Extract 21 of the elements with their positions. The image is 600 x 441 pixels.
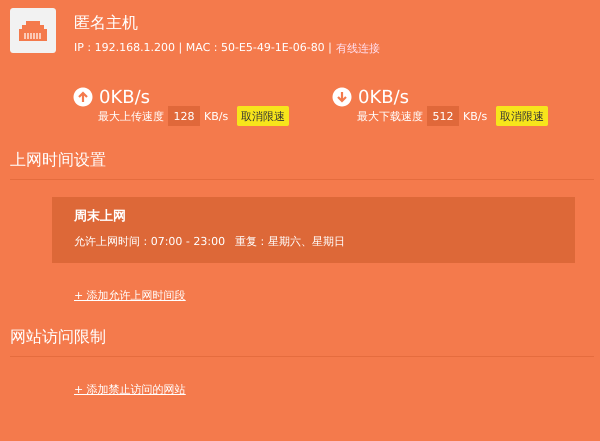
connection-type: 有线连接 xyxy=(336,41,380,56)
current-speed: 0KB/s xyxy=(358,86,410,108)
unit-label: KB/s xyxy=(463,110,488,122)
cancel-limit-button[interactable]: 取消限速 xyxy=(237,106,290,126)
cancel-limit-button[interactable]: 取消限速 xyxy=(496,106,548,126)
repeat-days: 重复 : 星期六、星期日 xyxy=(235,234,345,249)
section-heading: 上网时间设置 xyxy=(10,150,107,170)
host-address: IP : 192.168.1.200 | MAC : 50-E5-49-1E-06-80 | xyxy=(74,41,332,56)
current-speed: 0KB/s xyxy=(99,86,150,108)
allowed-time: 允许上网时间 : 07:00 - 23:00 xyxy=(74,234,226,249)
speed-label: 最大上传速度 xyxy=(98,108,165,124)
schedule-name: 周末上网 xyxy=(74,208,127,225)
speed-input[interactable]: 512 xyxy=(427,106,459,126)
speed-label: 最大下载速度 xyxy=(357,108,424,124)
section-heading: 网站访问限制 xyxy=(10,327,107,347)
device-icon xyxy=(10,8,56,53)
speed-input[interactable]: 128 xyxy=(168,106,200,126)
add-link[interactable]: + 添加禁止访问的网站 xyxy=(74,382,186,397)
host-name: 匿名主机 xyxy=(74,13,139,33)
unit-label: KB/s xyxy=(204,110,228,122)
add-link[interactable]: + 添加允许上网时间段 xyxy=(74,288,186,303)
